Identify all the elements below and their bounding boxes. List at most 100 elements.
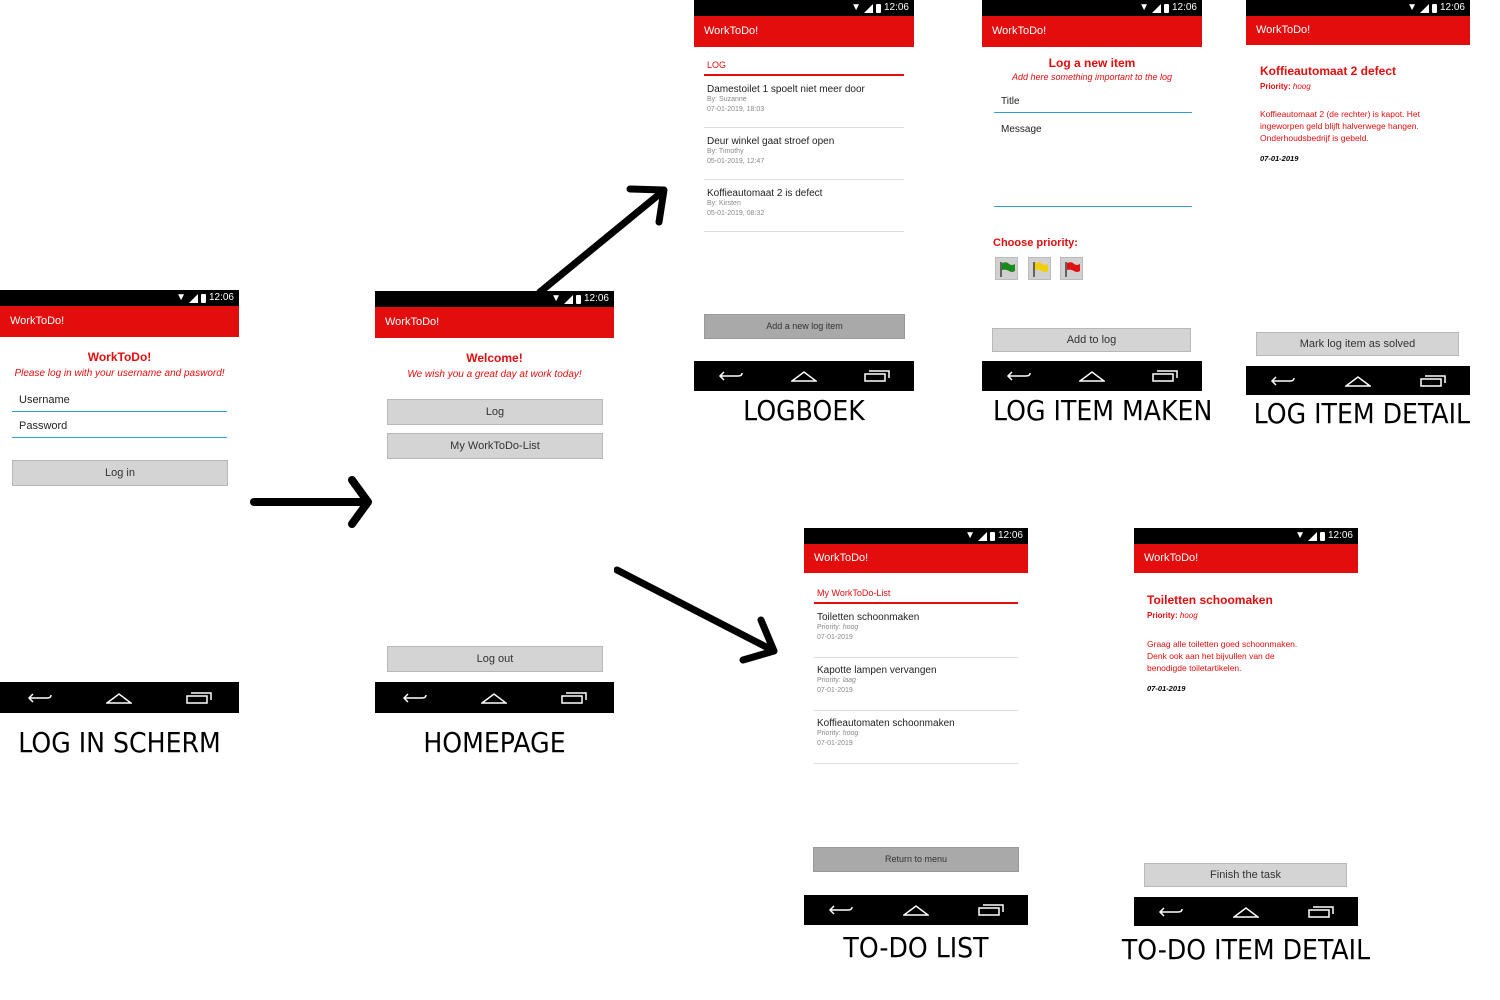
recents-icon[interactable] xyxy=(977,904,1004,916)
add-to-log-button[interactable]: Add to log xyxy=(992,328,1191,352)
username-field[interactable]: Username xyxy=(12,394,227,412)
login-subtitle: Please log in with your username and pas… xyxy=(14,368,225,379)
app-bar-title: WorkToDo! xyxy=(0,306,239,337)
label-log-maken: LOG ITEM MAKEN xyxy=(993,394,1213,427)
back-icon[interactable] xyxy=(828,904,854,916)
back-icon[interactable] xyxy=(27,692,53,704)
new-log-title: Log a new item xyxy=(1048,56,1136,70)
logboek-screen: ▼ 12:06 WorkToDo! LOG Damestoilet 1 spoel… xyxy=(694,0,914,391)
status-bar: ▼ 12:06 xyxy=(982,0,1202,16)
todo-item-priority-label: Priority: xyxy=(817,624,841,631)
log-list-item[interactable]: Koffieautomaat 2 is defect By: Kirsten 0… xyxy=(704,188,904,232)
priority-flag-red[interactable] xyxy=(1060,257,1083,280)
home-icon[interactable] xyxy=(1232,906,1259,918)
body-line: Denk ook aan het bijvullen van de xyxy=(1147,651,1275,661)
worktodo-list-button[interactable]: My WorkToDo-List xyxy=(387,433,603,459)
todo-item-date: 07-01-2019 xyxy=(817,634,853,641)
add-log-item-button[interactable]: Add a new log item xyxy=(704,314,905,339)
label-todo-list: TO-DO LIST xyxy=(843,931,989,964)
log-message-field[interactable]: Message xyxy=(994,124,1192,207)
battery-icon xyxy=(200,293,206,303)
back-icon[interactable] xyxy=(718,370,744,382)
recents-icon[interactable] xyxy=(864,370,891,382)
app-bar-title: WorkToDo! xyxy=(982,16,1202,47)
log-item-date: 07-01-2019, 18:03 xyxy=(707,106,765,113)
back-icon[interactable] xyxy=(1006,370,1032,382)
yellow-flag-icon xyxy=(1033,262,1048,277)
arrow-home-to-logboek xyxy=(536,185,668,296)
status-time: 12:06 xyxy=(997,530,1023,541)
log-title-field[interactable]: Title xyxy=(994,96,1192,113)
home-icon[interactable] xyxy=(106,692,133,704)
back-icon[interactable] xyxy=(402,692,428,704)
todo-detail-priority: Priority: hoog xyxy=(1147,611,1198,620)
log-list-item[interactable]: Damestoilet 1 spoelt niet meer door By: … xyxy=(704,84,904,128)
home-subtitle: We wish you a great day at work today! xyxy=(407,369,582,380)
nav-bar xyxy=(1134,897,1358,926)
todo-list-item[interactable]: Toiletten schoonmaken Priority: hoog 07-… xyxy=(814,612,1018,658)
log-detail-title: Koffieautomaat 2 defect xyxy=(1260,64,1397,78)
nav-bar xyxy=(804,895,1028,925)
login-title: WorkToDo! xyxy=(87,350,152,364)
todo-item-detail-screen: ▼ 12:06 WorkToDo! Toiletten schoomaken Pr… xyxy=(1134,528,1358,926)
password-field[interactable]: Password xyxy=(12,420,227,438)
finish-task-button[interactable]: Finish the task xyxy=(1144,863,1347,887)
body-line: Graag alle toiletten goed schoonmaken. xyxy=(1147,639,1298,649)
home-icon[interactable] xyxy=(481,692,508,704)
todo-list-header: My WorkToDo-List xyxy=(814,588,1018,604)
back-icon[interactable] xyxy=(1158,906,1184,918)
log-item-detail-screen: ▼ 12:06 WorkToDo! Koffieautomaat 2 defect… xyxy=(1246,0,1470,395)
priority-flag-green[interactable] xyxy=(995,257,1018,280)
wifi-icon: ▼ xyxy=(176,292,186,303)
status-bar: ▼ 12:06 xyxy=(0,290,239,306)
wifi-icon: ▼ xyxy=(1407,2,1417,13)
app-bar-title: WorkToDo! xyxy=(1246,16,1470,45)
status-bar: ▼ 12:06 xyxy=(694,0,914,16)
home-icon[interactable] xyxy=(1078,370,1105,382)
recents-icon[interactable] xyxy=(186,691,212,704)
status-bar: ▼ 12:06 xyxy=(1246,0,1470,16)
logout-button[interactable]: Log out xyxy=(387,646,603,672)
recents-icon[interactable] xyxy=(1152,370,1179,382)
log-item-maken-screen: ▼ 12:06 WorkToDo! Log a new item Add here… xyxy=(982,0,1202,391)
recents-icon[interactable] xyxy=(1307,905,1334,918)
recents-icon[interactable] xyxy=(561,691,587,704)
home-icon[interactable] xyxy=(1344,375,1371,387)
priority-value: hoog xyxy=(1292,82,1311,91)
status-time: 12:06 xyxy=(208,292,234,303)
todo-detail-body: Graag alle toiletten goed schoonmaken. D… xyxy=(1147,638,1347,674)
signal-icon xyxy=(1151,3,1161,13)
label-todo-detail: TO-DO ITEM DETAIL xyxy=(1121,933,1371,966)
todo-item-priority-label: Priority: xyxy=(817,730,841,737)
home-icon[interactable] xyxy=(790,370,817,382)
nav-bar xyxy=(694,361,914,391)
signal-icon xyxy=(563,294,573,304)
nav-bar xyxy=(375,682,614,713)
mark-solved-button[interactable]: Mark log item as solved xyxy=(1256,332,1459,356)
body-line: Koffieautomaat 2 (de rechter) is kapot. … xyxy=(1260,109,1421,119)
signal-icon xyxy=(188,293,198,303)
log-list-item[interactable]: Deur winkel gaat stroef open By: Timothy… xyxy=(704,136,904,180)
todo-list-item[interactable]: Kapotte lampen vervangen Priority: laag … xyxy=(814,665,1018,711)
log-detail-priority: Priority: hoog xyxy=(1260,82,1311,91)
log-item-title: Damestoilet 1 spoelt niet meer door xyxy=(707,84,865,95)
home-icon[interactable] xyxy=(902,904,929,916)
battery-icon xyxy=(989,531,995,541)
login-button[interactable]: Log in xyxy=(12,460,228,486)
home-title: Welcome! xyxy=(466,351,523,365)
todo-item-date: 07-01-2019 xyxy=(817,687,853,694)
back-icon[interactable] xyxy=(1270,375,1296,387)
todo-item-title: Toiletten schoonmaken xyxy=(817,612,920,623)
body-line: benodigde toiletartikelen. xyxy=(1147,663,1242,673)
app-bar-title: WorkToDo! xyxy=(1134,544,1358,573)
log-button[interactable]: Log xyxy=(387,399,603,425)
body-line: ingeworpen geld blijft halverwege hangen… xyxy=(1260,121,1419,131)
todo-list-item[interactable]: Koffieautomaten schoonmaken Priority: ho… xyxy=(814,718,1018,764)
recents-icon[interactable] xyxy=(1419,374,1446,387)
login-screen: ▼ 12:06 WorkToDo! WorkToDo! Please log in… xyxy=(0,290,239,713)
home-screen: ▼ 12:06 WorkToDo! Welcome! We wish you a … xyxy=(375,291,614,714)
red-flag-icon xyxy=(1065,262,1080,277)
signal-icon xyxy=(977,531,987,541)
return-to-menu-button[interactable]: Return to menu xyxy=(813,847,1019,872)
priority-flag-yellow[interactable] xyxy=(1028,257,1051,280)
